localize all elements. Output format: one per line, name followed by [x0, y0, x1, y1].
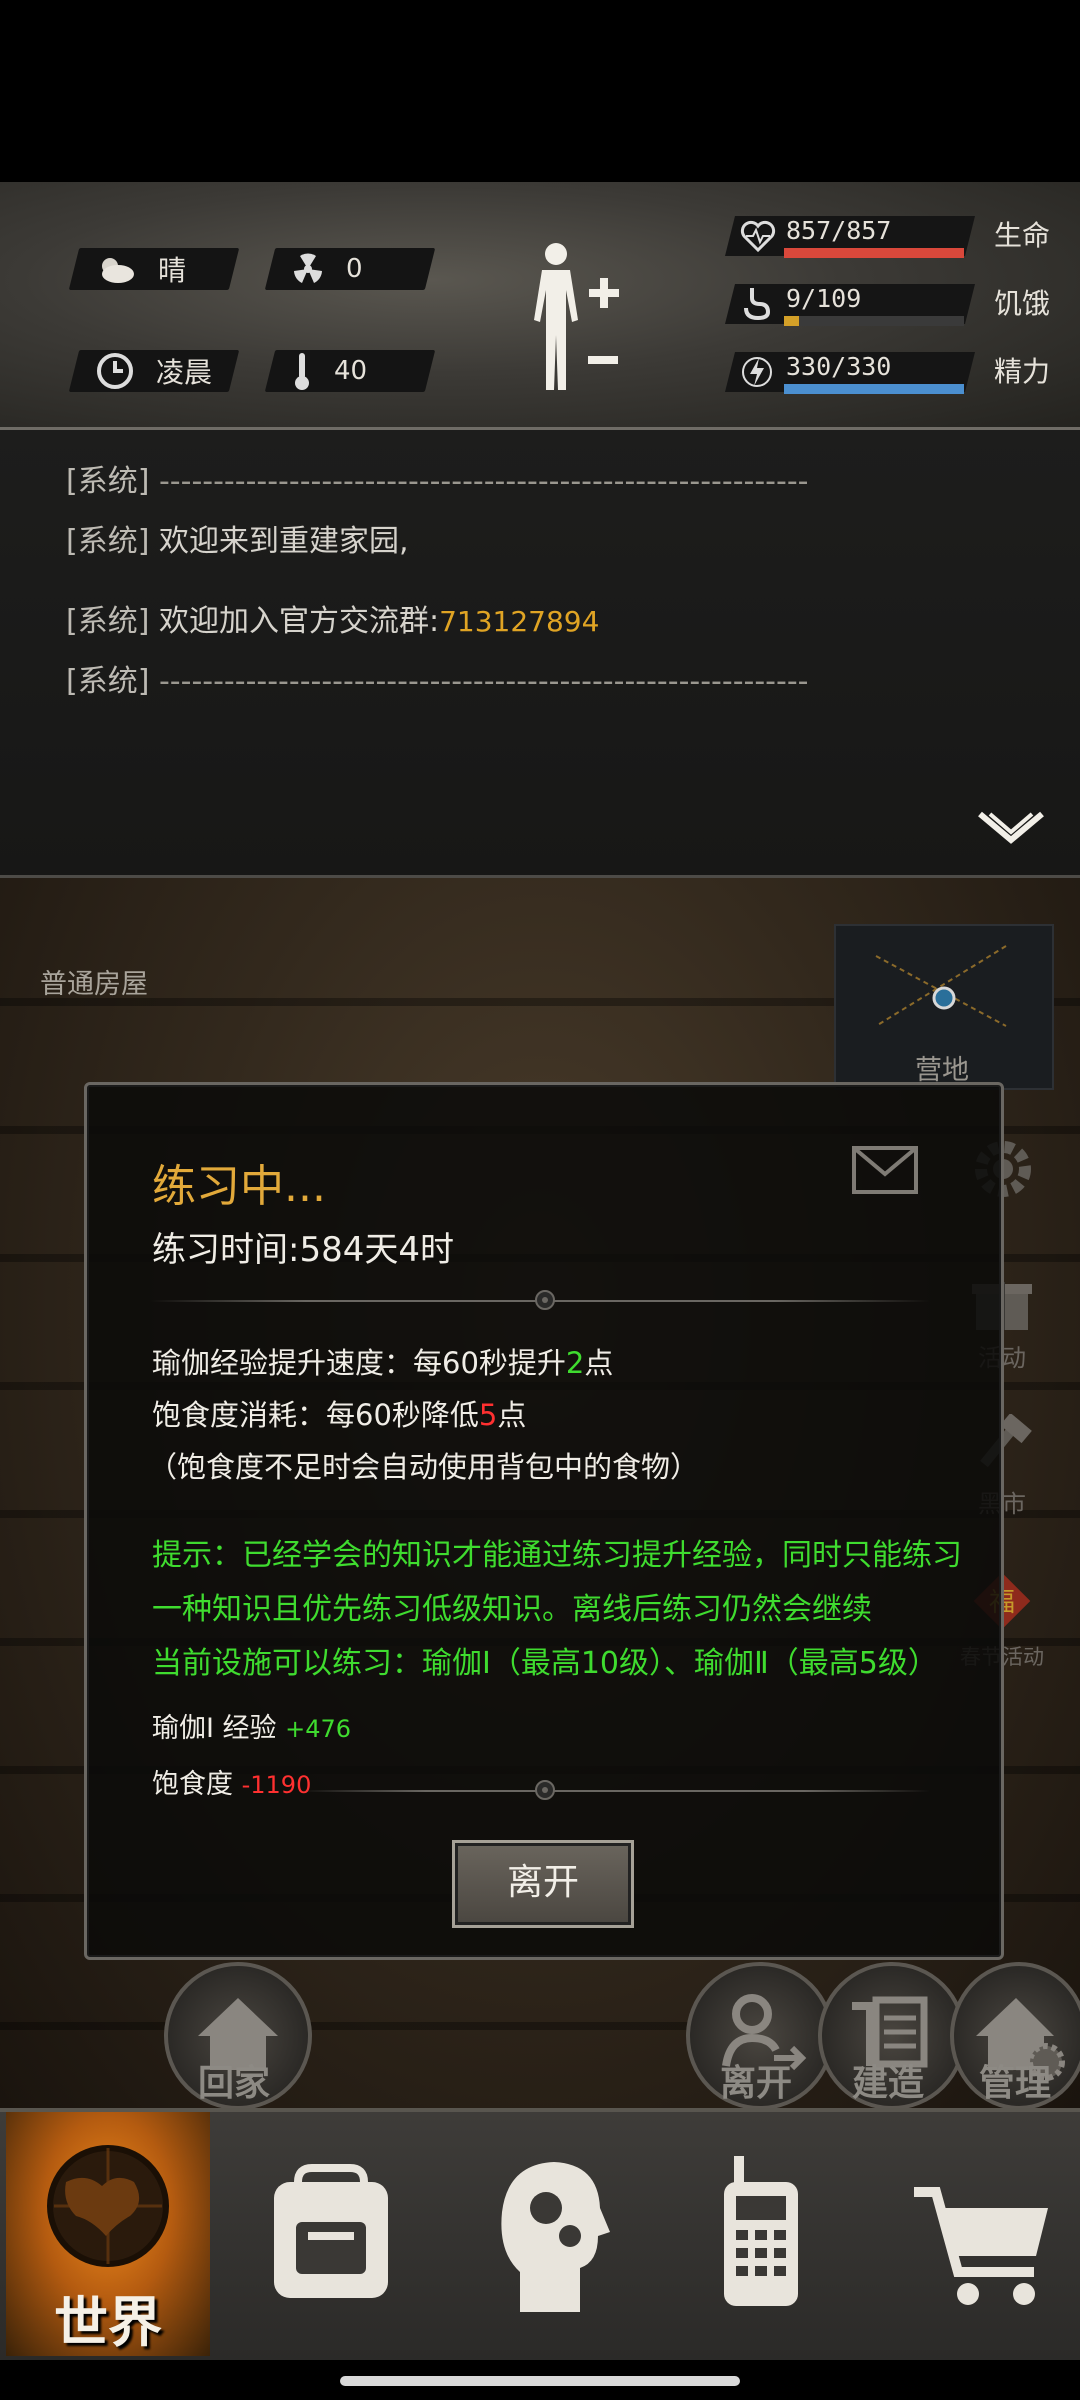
stomach-icon: [742, 286, 772, 324]
temperature-value: 40: [334, 356, 368, 386]
food-loss-label: 饱食度: [152, 1769, 233, 1800]
time-of-day-text: 凌晨: [156, 356, 213, 389]
log-line: [系统] 欢迎来到重建家园,: [66, 524, 409, 559]
backpack-icon: [274, 2164, 388, 2298]
health-text: 857/857: [786, 216, 892, 245]
weather-text: 晴: [158, 254, 187, 287]
build-label: 建造: [851, 2063, 924, 2104]
time-chip: 凌晨: [68, 350, 240, 392]
nav-shop-tab[interactable]: [900, 2112, 1070, 2356]
map-node-icon: [875, 945, 1007, 1027]
body-status-figure[interactable]: [520, 240, 630, 400]
log-line: [系统] -----------------------------------…: [66, 464, 809, 499]
nav-world-label: 世界: [54, 2291, 162, 2354]
mail-button[interactable]: [852, 1146, 918, 1198]
food-loss-value: -1190: [241, 1771, 312, 1799]
nav-backpack-tab[interactable]: [250, 2112, 410, 2356]
leave-button[interactable]: 离开: [452, 1840, 634, 1928]
energy-bar: 330/330 精力: [725, 348, 1051, 396]
head-gears-icon: [501, 2162, 610, 2312]
log-line: [系统] 欢迎加入官方交流群:713127894: [66, 604, 600, 639]
dialog-divider: [300, 1790, 930, 1792]
energy-fill: [784, 384, 964, 394]
exp-gain-row: 瑜伽Ⅰ 经验 +476: [152, 1706, 351, 1745]
radiation-chip: 0: [264, 248, 436, 290]
ornament-icon: [528, 1288, 562, 1316]
dialog-title: 练习中...: [152, 1161, 326, 1212]
health-bar: 857/857 生命: [725, 212, 1051, 260]
home-indicator[interactable]: [340, 2376, 740, 2386]
hunger-fill: [784, 316, 799, 326]
leave-place-label: 离开: [719, 2063, 792, 2104]
manage-label: 管理: [978, 2063, 1051, 2104]
cloud-sun-icon: [96, 254, 136, 284]
exp-gain-label: 瑜伽Ⅰ 经验: [152, 1713, 277, 1744]
radiation-icon: [292, 253, 324, 285]
health-label: 生命: [994, 219, 1051, 252]
lightning-icon: [742, 354, 772, 394]
practice-time: 练习时间:584天4时: [152, 1230, 454, 1270]
tip-line-3: 当前设施可以练习：瑜伽Ⅰ（最高10级）、瑜伽Ⅱ（最高5级）: [152, 1646, 938, 1681]
ornament-icon: [528, 1778, 562, 1806]
location-label: 普通房屋: [40, 969, 148, 1000]
radiation-value: 0: [346, 254, 363, 284]
food-loss-row: 饱食度 -1190: [152, 1762, 311, 1801]
hunger-bar: 9/109 饥饿: [725, 280, 1051, 328]
top-black-bar: [0, 0, 1080, 182]
exp-gain-value: +476: [285, 1715, 352, 1743]
auto-food-note: （饱食度不足时会自动使用背包中的食物）: [148, 1450, 700, 1484]
health-fill: [784, 248, 964, 258]
home-label: 回家: [197, 2063, 270, 2104]
envelope-icon: [852, 1146, 918, 1194]
tip-line-1: 提示：已经学会的知识才能通过练习提升经验，同时只能练习: [152, 1538, 962, 1573]
temperature-chip: 40: [264, 350, 436, 392]
shopping-cart-icon: [914, 2187, 1048, 2305]
double-chevron-down-icon: [978, 811, 1044, 844]
clock-icon: [96, 352, 134, 390]
weather-chip: 晴: [68, 248, 240, 290]
nav-skills-tab[interactable]: [480, 2112, 620, 2356]
exp-rate-text: 瑜伽经验提升速度：每60秒提升2点: [152, 1346, 614, 1380]
food-consumption-text: 饱食度消耗：每60秒降低5点: [152, 1398, 527, 1432]
hunger-text: 9/109: [786, 284, 862, 313]
nav-radio-tab[interactable]: [700, 2112, 820, 2356]
hunger-label: 饥饿: [994, 287, 1051, 320]
walkie-talkie-icon: [724, 2156, 798, 2306]
human-body-icon: [534, 243, 619, 390]
tip-line-2: 一种知识且优先练习低级知识。离线后练习仍然会继续: [152, 1592, 872, 1627]
energy-text: 330/330: [786, 352, 892, 381]
heart-icon: [740, 220, 776, 256]
group-number: 713127894: [439, 605, 600, 638]
log-line: [系统] -----------------------------------…: [66, 664, 809, 699]
thermometer-icon: [292, 351, 312, 391]
energy-label: 精力: [994, 355, 1051, 388]
log-expand-button[interactable]: [976, 810, 1046, 860]
